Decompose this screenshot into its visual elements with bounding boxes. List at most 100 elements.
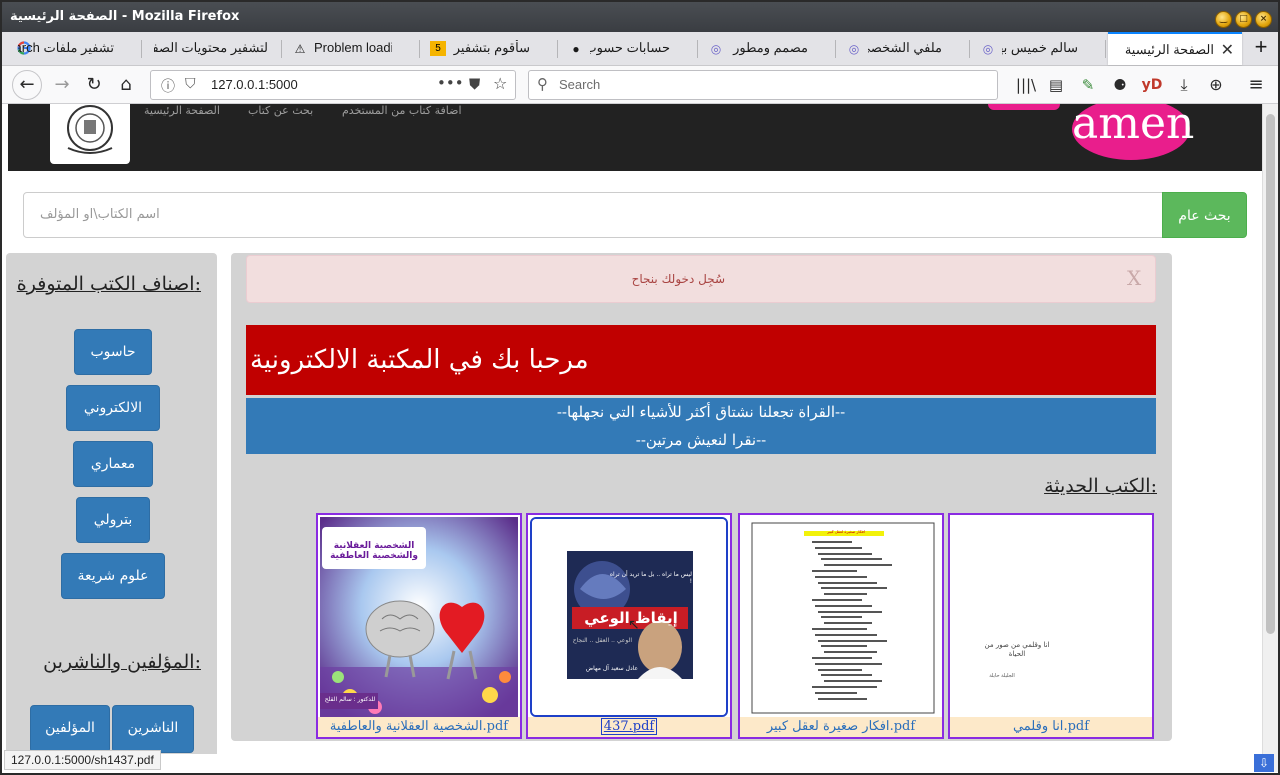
tab-encrypt-files[interactable]: تشفير ملفات search [8,32,142,65]
toc-line [821,645,867,648]
sidebar: اصناف الكتب المتوفرة: حاسوب الالكتروني م… [6,253,217,754]
bookmark-star-icon[interactable]: ☆ [493,74,507,93]
home-button[interactable]: ⌂ [112,72,140,98]
book-card[interactable]: افكار صغيرة لعقل كبير افكار صغيرة لعقل ك… [738,513,944,739]
more-actions-icon[interactable]: ••• [437,74,464,92]
nav-link-home[interactable]: الصفحة الرئيسية [144,104,220,117]
pocket-icon[interactable]: ⛊ [469,75,480,93]
global-search-input[interactable]: اسم الكتاب\او المؤلف [23,192,1163,238]
download-arrow-icon[interactable]: ⇩ [1254,754,1274,772]
tab-profile[interactable]: ◎ ملفي الشخصي [838,32,970,65]
download-status-icon[interactable]: ⊕ [1202,72,1230,98]
nav-link-search-book[interactable]: بحث عن كتاب [248,104,313,117]
book-card[interactable]: الشخصية العقلانية والشخصية العاطفية للدك… [316,513,522,739]
publishers-button[interactable]: الناشرين [112,705,194,753]
extension-pen-icon[interactable]: ✎ [1074,72,1102,98]
category-electronic-button[interactable]: الالكتروني [66,385,160,431]
close-window-button[interactable]: × [1255,11,1272,28]
browser-window: الصفحة الرئيسية - Mozilla Firefox ‿ □ × … [0,0,1280,775]
cover-lines: الوعي .. العقل .. النجاح [572,637,632,644]
seal-icon [67,105,113,154]
search-bar[interactable]: ⚲ Search [528,70,998,100]
tab-problem-loading[interactable]: ⚠ Problem loading [284,32,420,65]
main-panel: X سُجِل دخولك بنجاح مرحبا بك في المكتبة … [231,253,1172,741]
authors-button[interactable]: المؤلفين [30,705,110,753]
tab-hsoub-accounts[interactable]: ● حسابات حسوب - ح [560,32,698,65]
tab-encrypt-codes[interactable]: 5 سأقوم بتشفير أكواد [422,32,558,65]
book-file-link[interactable]: انا وقلمي.pdf [950,717,1152,737]
categories-heading: اصناف الكتب المتوفرة: [16,273,201,295]
minimize-button[interactable]: ‿ [1215,11,1232,28]
menu-icon[interactable]: ≡ [1242,72,1270,98]
book-cover[interactable]: افكار صغيرة لعقل كبير [742,517,940,717]
recent-books-heading: الكتب الحديثة: [1044,475,1157,497]
extension-circles-icon[interactable]: ⚈ [1106,72,1134,98]
book-card[interactable]: انا وقلمي من صور من الحياة الجليلة حايلة… [948,513,1154,739]
toc-line [824,680,882,683]
nav-link-add-book[interactable]: اضافة كتاب من المستخدم [342,104,462,117]
back-button[interactable]: ← [12,70,42,100]
page-scrollbar[interactable] [1262,104,1278,772]
tab-home-active[interactable]: الصفحة الرئيسية ✕ [1108,32,1242,65]
tab-salem[interactable]: ◎ سالم خميس بهيان [972,32,1106,65]
welcome-text: مرحبا بك في المكتبة الالكترونية [250,345,589,375]
maximize-button[interactable]: □ [1235,11,1252,28]
info-icon[interactable]: ⓘ [161,76,175,96]
toc-line [818,610,882,613]
category-computer-button[interactable]: حاسوب [74,329,152,375]
category-architecture-button[interactable]: معماري [73,441,153,487]
category-sharia-button[interactable]: علوم شريعة [61,553,165,599]
sidebar-icon[interactable]: ▤ [1042,72,1070,98]
scrollbar-thumb[interactable] [1266,114,1275,634]
cover-title: الشخصية العقلانية والشخصية العاطفية [330,541,418,561]
toc-line [818,668,862,671]
shield-icon[interactable]: ⛉ [185,76,196,92]
forward-button[interactable]: → [48,72,76,98]
category-petroleum-button[interactable]: بترولي [76,497,150,543]
book-file-link[interactable]: افكار صغيرة لعقل كبير.pdf [740,717,942,737]
quote-line-2: --نقرا لنعيش مرتين-- [635,431,767,449]
toc-line [821,587,887,590]
close-tab-icon[interactable]: ✕ [1221,40,1234,60]
search-placeholder: Search [559,77,601,92]
toc-line [818,639,887,642]
url-bar[interactable]: ⓘ ⛉ 127.0.0.1:5000 ••• ⛊ ☆ [150,70,516,100]
book-cover[interactable]: إيقاظ الوعي ليس ما تراه .. بل ما تريد أن… [530,517,728,717]
book-file-link[interactable]: الشخصية العقلانية والعاطفية.pdf [318,717,520,737]
cover-title: افكار صغيرة لعقل كبير [827,529,865,534]
toc-line [824,564,892,567]
book-cover[interactable]: الشخصية العقلانية والشخصية العاطفية للدك… [320,517,518,717]
tab-encrypt-page[interactable]: لتشفير محتويات الصفحة [144,32,282,65]
url-text[interactable]: 127.0.0.1:5000 [211,77,298,92]
toc-line [824,651,877,654]
record-icon: ● [572,42,580,56]
book-file-link[interactable]: 437.pdf [528,717,730,737]
cover-author: عادل سعيد آل مهاض [585,665,639,672]
podcast-icon: ◎ [710,42,722,56]
toc-line [815,604,872,607]
mouse-cursor-icon: ↖ [628,617,640,633]
global-search-button[interactable]: بحث عام [1162,192,1247,238]
book-cover[interactable]: انا وقلمي من صور من الحياة الجليلة حايلة [952,517,1150,717]
download-icon[interactable]: ⤓ [1170,72,1198,98]
podcast-icon: ◎ [982,42,994,56]
toc-line [812,686,877,688]
new-tab-button[interactable]: + [1244,32,1278,65]
page-content: الصفحة الرئيسية بحث عن كتاب اضافة كتاب م… [2,104,1262,754]
cover-author: الجليلة حايلة [989,673,1015,679]
reload-button[interactable]: ↻ [80,72,108,98]
brand-tag [988,104,1060,110]
tab-designer[interactable]: ◎ مصمم ومطور واجهات [700,32,836,65]
library-icon[interactable]: |||\ [1012,72,1040,98]
toc-line [815,546,862,549]
search-icon: ⚲ [537,75,548,93]
site-logo[interactable] [50,104,130,164]
book-card[interactable]: إيقاظ الوعي ليس ما تراه .. بل ما تريد أن… [526,513,732,739]
status-bar-url: 127.0.0.1:5000/sh1437.pdf [4,750,161,770]
alert-close-icon[interactable]: X [1127,266,1141,290]
site-header: الصفحة الرئيسية بحث عن كتاب اضافة كتاب م… [8,104,1262,171]
yandex-icon[interactable]: yD [1138,72,1166,98]
brand-logo[interactable]: amen [1072,104,1194,160]
badge-5-icon: 5 [430,41,446,56]
toc-line [815,691,857,694]
